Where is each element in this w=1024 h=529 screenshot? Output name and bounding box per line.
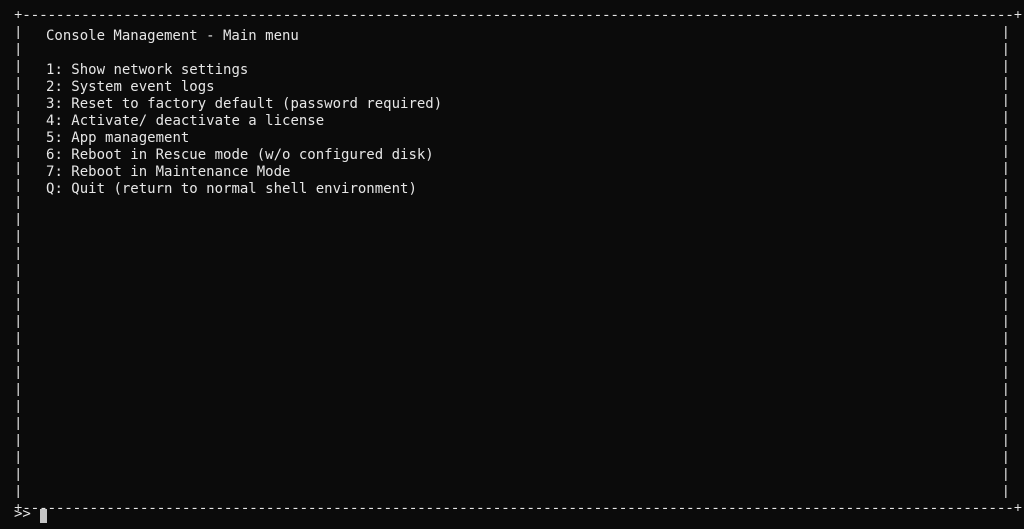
box-right-bar: |: [1002, 365, 1010, 382]
text-cursor: [40, 509, 47, 523]
menu-content: Console Management - Main menu 1: Show n…: [46, 28, 994, 198]
box-right-bar: |: [1002, 110, 1010, 127]
menu-item-7[interactable]: 7: Reboot in Maintenance Mode: [46, 164, 994, 181]
box-right-bar: |: [1002, 195, 1010, 212]
box-top-border: +---------------------------------------…: [14, 8, 1022, 25]
box-left-bar: |: [14, 59, 22, 76]
box-left-bar: |: [14, 178, 22, 195]
box-left-bar: |: [14, 467, 22, 484]
box-left-bar: |: [14, 195, 22, 212]
box-left-bar: |: [14, 42, 22, 59]
menu-item-q[interactable]: Q: Quit (return to normal shell environm…: [46, 181, 994, 198]
box-right-bar: |: [1002, 42, 1010, 59]
box-left-bar: |: [14, 416, 22, 433]
menu-item-5[interactable]: 5: App management: [46, 130, 994, 147]
box-right-bar: |: [1002, 25, 1010, 42]
box-left-bar: |: [14, 314, 22, 331]
box-right-bar: |: [1002, 348, 1010, 365]
box-right-bar: |: [1002, 314, 1010, 331]
menu-item-sep: :: [54, 147, 71, 163]
box-left-bar: |: [14, 246, 22, 263]
box-right-bar: |: [1002, 382, 1010, 399]
menu-item-sep: :: [54, 79, 71, 95]
box-right-bar: |: [1002, 484, 1010, 501]
box-right-bar: |: [1002, 76, 1010, 93]
menu-item-label: Show network settings: [71, 62, 248, 78]
menu-item-sep: :: [54, 96, 71, 112]
box-left-bar: |: [14, 382, 22, 399]
box-right-bar: |: [1002, 127, 1010, 144]
menu-item-label: Quit (return to normal shell environment…: [71, 181, 417, 197]
box-right-bar: |: [1002, 399, 1010, 416]
box-left-bar: |: [14, 297, 22, 314]
prompt-symbol: >>: [14, 506, 31, 523]
menu-item-sep: :: [54, 62, 71, 78]
box-left-bar: |: [14, 263, 22, 280]
box-left-bar: |: [14, 484, 22, 501]
shell-prompt[interactable]: >>: [14, 506, 937, 523]
menu-item-1[interactable]: 1: Show network settings: [46, 62, 994, 79]
box-right-bar: |: [1002, 297, 1010, 314]
box-right-bar: |: [1002, 212, 1010, 229]
menu-item-label: Reboot in Maintenance Mode: [71, 164, 290, 180]
box-right-bar: |: [1002, 467, 1010, 484]
menu-item-3[interactable]: 3: Reset to factory default (password re…: [46, 96, 994, 113]
box-right-bar: |: [1002, 229, 1010, 246]
box-right-bar: |: [1002, 246, 1010, 263]
page-title: Console Management - Main menu: [46, 28, 994, 45]
menu-item-label: Reboot in Rescue mode (w/o configured di…: [71, 147, 433, 163]
menu-item-2[interactable]: 2: System event logs: [46, 79, 994, 96]
box-left-bar: |: [14, 110, 22, 127]
box-left-bar: |: [14, 76, 22, 93]
box-left-bar: |: [14, 161, 22, 178]
box-right-bar: |: [1002, 93, 1010, 110]
menu-item-label: Reset to factory default (password requi…: [71, 96, 442, 112]
menu-item-label: Activate/ deactivate a license: [71, 113, 324, 129]
box-left-bar: |: [14, 399, 22, 416]
terminal-screen: +---------------------------------------…: [0, 0, 1024, 529]
box-right-bar: |: [1002, 433, 1010, 450]
box-left-bar: |: [14, 25, 22, 42]
box-right-bar: |: [1002, 59, 1010, 76]
box-left-bar: |: [14, 348, 22, 365]
box-right-bar: |: [1002, 416, 1010, 433]
menu-item-label: App management: [71, 130, 189, 146]
box-right-bar: |: [1002, 161, 1010, 178]
box-left-bar: |: [14, 229, 22, 246]
prompt-input[interactable]: [37, 506, 937, 523]
box-right-bar: |: [1002, 280, 1010, 297]
menu-item-sep: :: [54, 164, 71, 180]
menu-item-sep: :: [54, 181, 71, 197]
menu-item-sep: :: [54, 130, 71, 146]
box-left-bar: |: [14, 433, 22, 450]
blank-line: [46, 45, 994, 62]
box-left-bar: |: [14, 450, 22, 467]
box-left-bar: |: [14, 212, 22, 229]
box-left-bar: |: [14, 331, 22, 348]
box-right-bar: |: [1002, 263, 1010, 280]
box-left-bar: |: [14, 280, 22, 297]
box-right-bar: |: [1002, 450, 1010, 467]
box-left-bar: |: [14, 93, 22, 110]
box-left-bar: |: [14, 144, 22, 161]
menu-item-sep: :: [54, 113, 71, 129]
box-right-bar: |: [1002, 144, 1010, 161]
menu-item-6[interactable]: 6: Reboot in Rescue mode (w/o configured…: [46, 147, 994, 164]
menu-item-4[interactable]: 4: Activate/ deactivate a license: [46, 113, 994, 130]
box-left-bar: |: [14, 127, 22, 144]
menu-item-label: System event logs: [71, 79, 214, 95]
box-left-bar: |: [14, 365, 22, 382]
box-right-bar: |: [1002, 331, 1010, 348]
box-right-bar: |: [1002, 178, 1010, 195]
